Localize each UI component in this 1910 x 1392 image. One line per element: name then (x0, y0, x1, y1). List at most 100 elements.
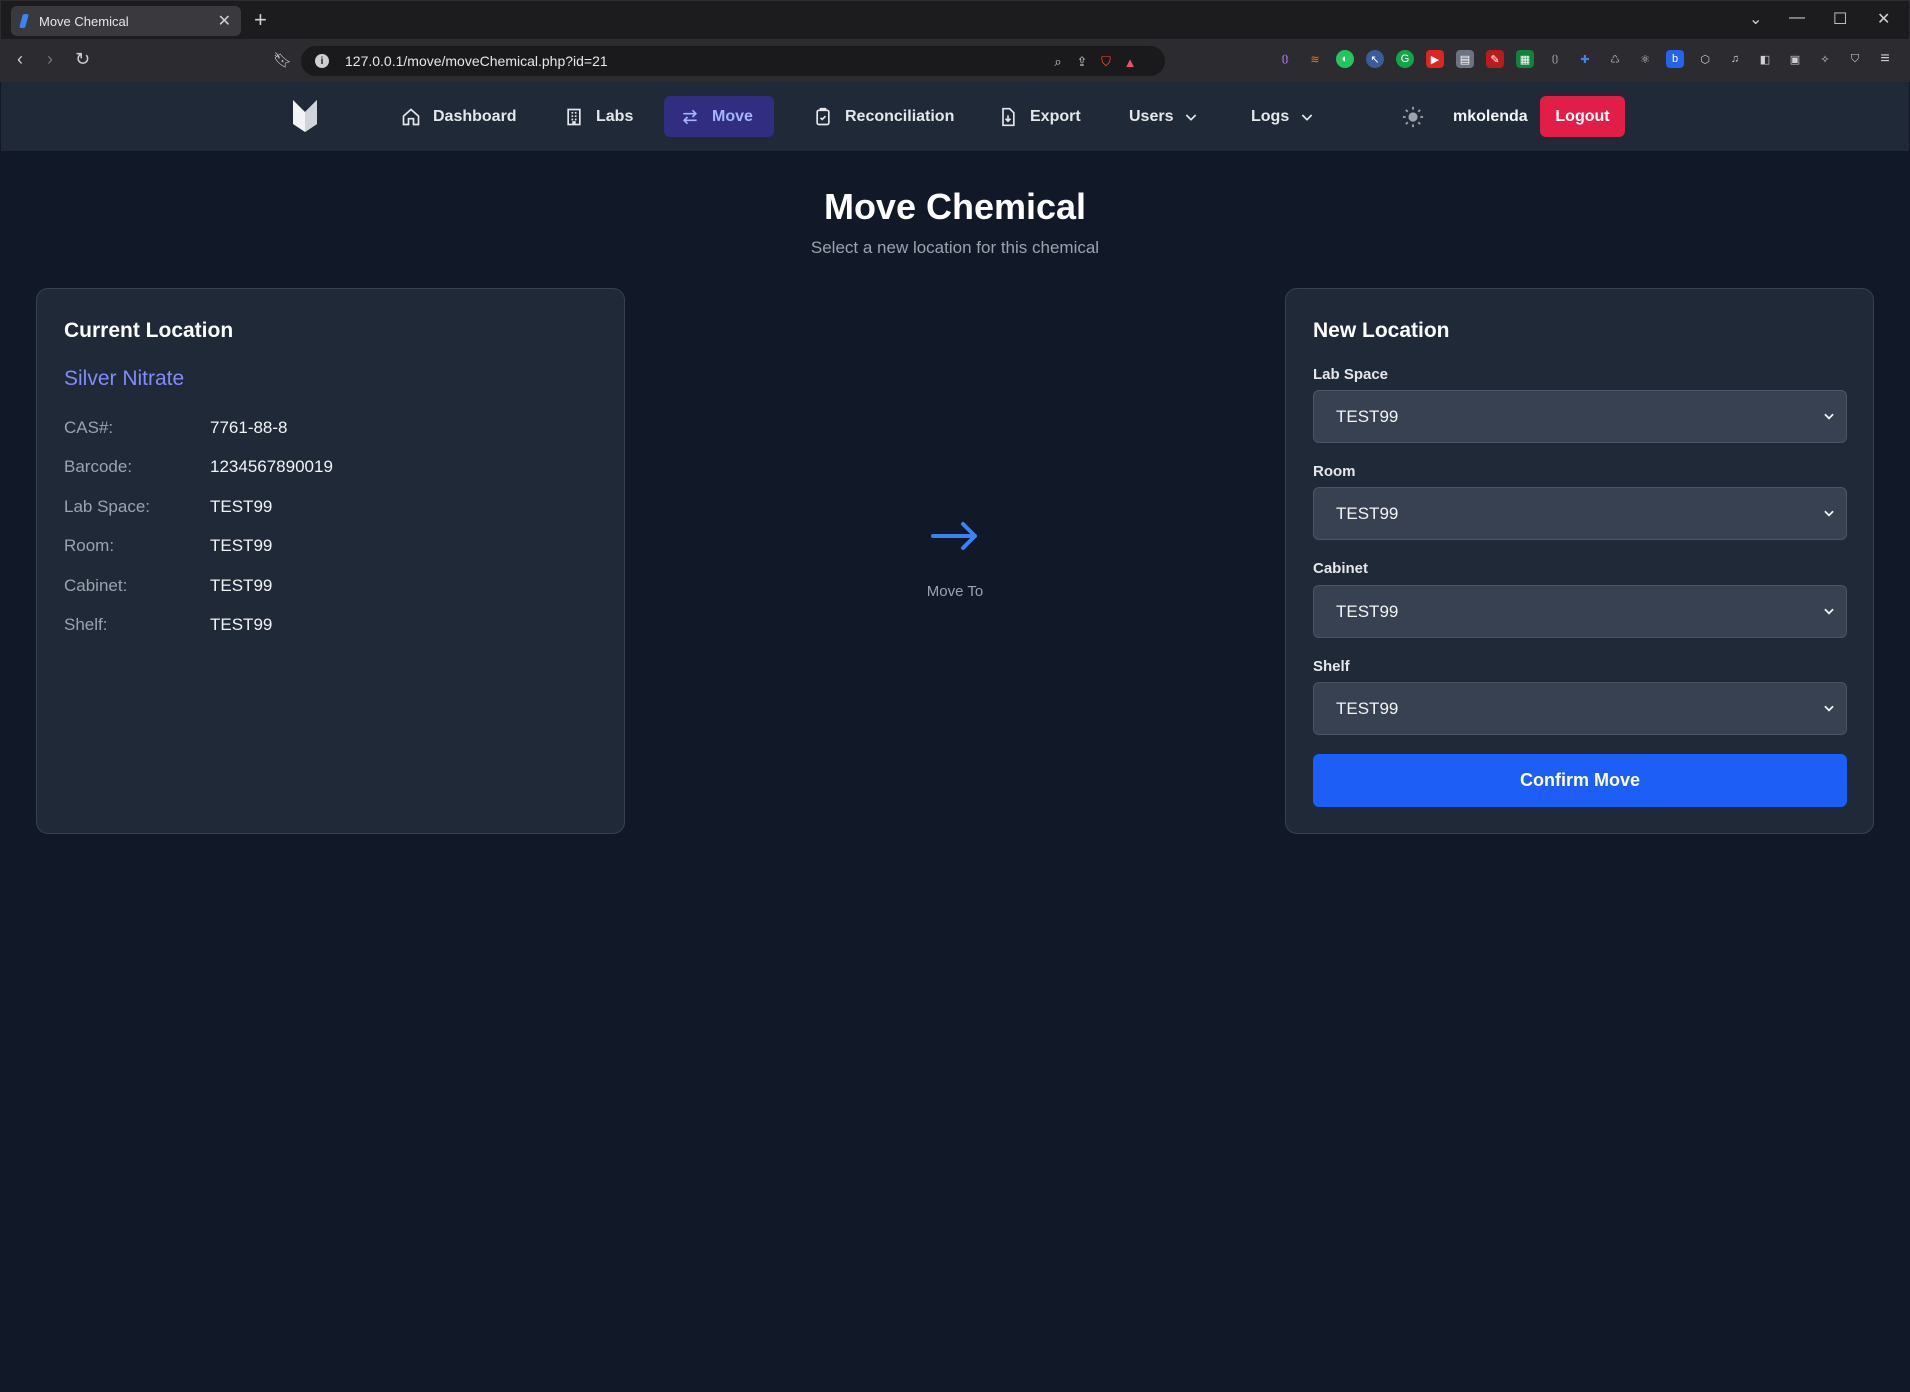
room-select[interactable]: TEST99 (1313, 487, 1847, 540)
info-row-room: Room: TEST99 (64, 536, 272, 556)
wallet-icon[interactable]: ▣ (1786, 50, 1804, 68)
music-icon[interactable]: ♫ (1726, 50, 1744, 68)
info-label: Shelf: (64, 615, 108, 634)
info-label: Cabinet: (64, 576, 128, 595)
cabinet-label: Cabinet (1313, 560, 1369, 577)
nav-label: Move (712, 107, 753, 125)
logo-icon[interactable] (291, 98, 319, 134)
nav-move[interactable]: Move (664, 96, 774, 137)
nav-label: Dashboard (433, 107, 517, 125)
bookmark-icon[interactable]: 🔖︎ (273, 51, 292, 69)
extensions-bar: ⦅⦆ ≋ ◐ ↖ G ▶ ▤ ✎ ▦ ⦅⦆ ✚ ♺ ⚛ b ⬡ ♫ ◧ ▣ ✧ … (1276, 50, 1894, 68)
current-location-card: Current Location Silver Nitrate CAS#: 77… (36, 288, 625, 834)
vpn-icon[interactable]: ⛉ (1846, 50, 1864, 68)
chevron-down-icon (1824, 705, 1834, 712)
back-icon[interactable]: ‹ (17, 49, 23, 70)
select-value: TEST99 (1336, 406, 1399, 426)
chevron-down-icon (1186, 113, 1197, 121)
browser-toolbar: ‹ › ↻ 🔖︎ i 127.0.0.1/move/moveChemical.p… (0, 40, 1910, 82)
extension-icon[interactable]: ♺ (1606, 50, 1624, 68)
shelf-label: Shelf (1313, 658, 1350, 675)
extension-icon[interactable]: ✎ (1486, 50, 1504, 68)
extension-icon[interactable]: ◐ (1336, 50, 1354, 68)
file-download-icon (1002, 107, 1015, 126)
nav-label: Reconciliation (845, 107, 955, 125)
extension-icon[interactable]: ↖ (1366, 50, 1384, 68)
nav-label: Labs (596, 107, 634, 125)
shelf-select[interactable]: TEST99 (1313, 682, 1847, 735)
room-label: Room (1313, 463, 1356, 480)
react-icon[interactable]: ⚛ (1636, 50, 1654, 68)
sidebar-icon[interactable]: ◧ (1756, 50, 1774, 68)
info-value: 7761-88-8 (210, 418, 288, 437)
lab-space-label: Lab Space (1313, 366, 1389, 383)
info-row-barcode: Barcode: 1234567890019 (64, 457, 333, 477)
select-value: TEST99 (1336, 698, 1399, 718)
extension-icon[interactable]: ≋ (1306, 50, 1324, 68)
page-title: Move Chemical (823, 186, 1087, 227)
nav-export[interactable]: Export (982, 96, 1097, 137)
info-row-cas: CAS#: 7761-88-8 (64, 418, 288, 438)
info-label: Room: (64, 536, 115, 555)
confirm-move-button[interactable]: Confirm Move (1313, 754, 1847, 807)
chevron-down-icon (1301, 113, 1313, 121)
address-bar[interactable]: i 127.0.0.1/move/moveChemical.php?id=21 … (301, 46, 1165, 76)
nav-labs[interactable]: Labs (548, 96, 649, 137)
nav-users-dropdown[interactable]: Users (1113, 96, 1215, 137)
puzzle-icon[interactable]: ✚ (1576, 50, 1594, 68)
nav-logs-dropdown[interactable]: Logs (1235, 96, 1331, 137)
nav-label: Users (1129, 107, 1174, 125)
info-row-lab-space: Lab Space: TEST99 (64, 497, 272, 517)
move-arrow (900, 514, 1010, 563)
logout-button[interactable]: Logout (1540, 96, 1625, 137)
zoom-icon[interactable]: ⌕ (1049, 53, 1067, 71)
info-value: TEST99 (210, 536, 273, 555)
tab-list-icon[interactable]: ⌄ (1749, 9, 1762, 29)
arrow-right-icon (931, 522, 977, 550)
building-icon (567, 108, 581, 125)
leo-icon[interactable]: ✧ (1816, 50, 1834, 68)
theme-toggle-sun-icon[interactable] (1402, 106, 1424, 128)
reload-icon[interactable]: ↻ (75, 49, 90, 70)
extension-icon[interactable]: ⦅⦆ (1546, 50, 1564, 68)
window-close-icon[interactable]: ✕ (1877, 9, 1890, 29)
nav-dashboard[interactable]: Dashboard (385, 96, 533, 137)
lab-space-select[interactable]: TEST99 (1313, 390, 1847, 443)
select-value: TEST99 (1336, 503, 1399, 523)
brave-shield-icon[interactable]: ⛉ (1097, 53, 1115, 71)
extension-icon[interactable]: ▤ (1456, 50, 1474, 68)
grammarly-icon[interactable]: G (1396, 50, 1414, 68)
nav-reconciliation[interactable]: Reconciliation (797, 96, 970, 137)
extension-icon[interactable]: ⦅⦆ (1276, 50, 1294, 68)
clipboard-check-icon (816, 107, 830, 125)
brave-rewards-icon[interactable]: ▲ (1121, 53, 1139, 71)
browser-tab[interactable]: Move Chemical ✕ (11, 6, 241, 36)
nav-label: Logs (1251, 107, 1290, 125)
new-location-card: New Location Lab Space TEST99 Room TEST9… (1285, 288, 1874, 834)
forward-icon[interactable]: › (47, 49, 53, 70)
menu-icon[interactable]: ≡ (1876, 50, 1894, 68)
new-tab-icon[interactable]: + (254, 7, 267, 33)
extension-icon[interactable]: b (1666, 50, 1684, 68)
info-value: TEST99 (210, 497, 273, 516)
home-icon (402, 107, 420, 125)
browser-tab-title: Move Chemical (39, 13, 129, 29)
cabinet-select[interactable]: TEST99 (1313, 585, 1847, 638)
close-tab-icon[interactable]: ✕ (218, 11, 231, 31)
site-info-icon[interactable]: i (315, 54, 329, 68)
info-row-shelf: Shelf: TEST99 (64, 615, 272, 635)
info-value: TEST99 (210, 576, 273, 595)
maximize-icon[interactable]: ☐ (1833, 9, 1847, 29)
swap-arrows-icon (682, 109, 698, 124)
share-icon[interactable]: ⇪ (1073, 53, 1091, 71)
page-subtitle: Select a new location for this chemical (810, 238, 1100, 257)
url-text: 127.0.0.1/move/moveChemical.php?id=21 (345, 53, 608, 69)
extension-icon[interactable]: ▦ (1516, 50, 1534, 68)
move-to-label: Move To (926, 583, 984, 600)
current-location-heading: Current Location (64, 319, 234, 342)
extension-icon[interactable]: ▶ (1426, 50, 1444, 68)
minimize-icon[interactable]: — (1789, 9, 1805, 27)
info-label: Barcode: (64, 457, 133, 476)
info-value: 1234567890019 (210, 457, 333, 476)
extensions-icon[interactable]: ⬡ (1696, 50, 1714, 68)
